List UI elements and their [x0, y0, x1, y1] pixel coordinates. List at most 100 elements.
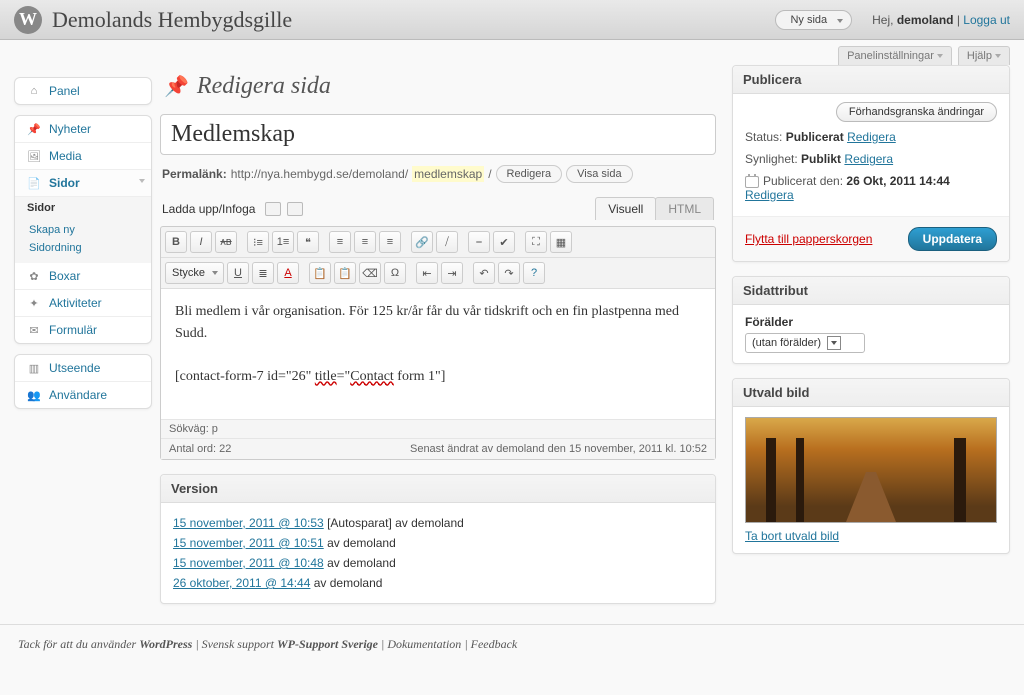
wordpress-logo-icon[interactable]: W — [14, 6, 42, 34]
quote-button[interactable]: ❝ — [297, 231, 319, 253]
unlink-button[interactable]: ⧸ — [436, 231, 458, 253]
sidebar-pages-new[interactable]: Skapa ny — [15, 221, 151, 239]
parent-select[interactable]: (utan förälder) — [745, 333, 865, 353]
logout-link[interactable]: Logga ut — [963, 13, 1010, 27]
sidebar-item-users[interactable]: 👥Användare — [15, 382, 151, 408]
upload-image-icon[interactable] — [265, 202, 281, 216]
align-left-button[interactable]: ≡ — [329, 231, 351, 253]
permalink-edit-button[interactable]: Redigera — [496, 165, 563, 183]
textcolor-button[interactable]: A — [277, 262, 299, 284]
footer-docs-link[interactable]: Dokumentation — [387, 637, 461, 651]
sidebar-item-appearance[interactable]: ▥Utseende — [15, 355, 151, 382]
tab-html[interactable]: HTML — [655, 197, 714, 220]
sidebar-item-forms[interactable]: ✉Formulär — [15, 317, 151, 343]
home-icon: ⌂ — [25, 84, 43, 98]
featured-image-box: Utvald bild Ta bort utvald bild — [732, 378, 1010, 554]
site-title[interactable]: Demolands Hembygdsgille — [52, 7, 775, 33]
underline-button[interactable]: U — [227, 262, 249, 284]
toolbar-row-2: Stycke U ≣ A 📋 📋 ⌫ Ω ⇤ ⇥ ↶ ↷ ? — [161, 258, 715, 289]
sidebar-pages-order[interactable]: Sidordning — [15, 239, 151, 257]
view-page-button[interactable]: Visa sida — [566, 165, 632, 183]
chevron-down-icon — [139, 179, 145, 183]
sidebar-item-activities[interactable]: ✦Aktiviteter — [15, 290, 151, 317]
pin-icon: 📌 — [25, 122, 43, 136]
revision-link[interactable]: 15 november, 2011 @ 10:53 — [173, 516, 324, 530]
format-select[interactable]: Stycke — [165, 262, 224, 284]
gear-icon: ✿ — [25, 269, 43, 283]
revision-link[interactable]: 15 november, 2011 @ 10:51 — [173, 536, 324, 550]
users-icon: 👥 — [25, 388, 43, 402]
help-tab[interactable]: Hjälp — [958, 46, 1010, 65]
media-icon: 🖼 — [25, 149, 43, 163]
revision-link[interactable]: 15 november, 2011 @ 10:48 — [173, 556, 324, 570]
chevron-down-icon — [937, 54, 943, 58]
visibility-edit-link[interactable]: Redigera — [844, 152, 893, 166]
upload-row: Ladda upp/Infoga Visuell HTML — [160, 183, 716, 226]
italic-button[interactable]: I — [190, 231, 212, 253]
trash-link[interactable]: Flytta till papperskorgen — [745, 232, 872, 246]
visibility-row: Synlighet: Publikt Redigera — [745, 148, 997, 170]
charmap-button[interactable]: Ω — [384, 262, 406, 284]
kitchensink-button[interactable]: ▦ — [550, 231, 572, 253]
publish-box: Publicera Förhandsgranska ändringar Stat… — [732, 65, 1010, 262]
permalink-slug[interactable]: medlemskap — [412, 166, 484, 182]
help-button[interactable]: ? — [523, 262, 545, 284]
username-link[interactable]: demoland — [897, 13, 954, 27]
featured-image[interactable] — [745, 417, 997, 523]
attributes-box: Sidattribut Förälder (utan förälder) — [732, 276, 1010, 364]
parent-label: Förälder — [745, 315, 997, 333]
align-justify-button[interactable]: ≣ — [252, 262, 274, 284]
paste-text-button[interactable]: 📋 — [309, 262, 331, 284]
chevron-down-icon — [212, 271, 218, 275]
link-button[interactable]: 🔗 — [411, 231, 433, 253]
sidebar-item-news[interactable]: 📌Nyheter — [15, 116, 151, 143]
published-edit-link[interactable]: Redigera — [745, 188, 794, 202]
revision-link[interactable]: 26 oktober, 2011 @ 14:44 — [173, 576, 310, 590]
remove-featured-link[interactable]: Ta bort utvald bild — [745, 529, 839, 543]
editor-footer: Antal ord: 22 Senast ändrat av demoland … — [161, 438, 715, 459]
undo-button[interactable]: ↶ — [473, 262, 495, 284]
ul-button[interactable]: ⁝≡ — [247, 231, 269, 253]
status-edit-link[interactable]: Redigera — [847, 130, 896, 144]
strike-button[interactable]: ᴀʙ — [215, 231, 237, 253]
upload-label: Ladda upp/Infoga — [162, 202, 255, 216]
sidebar-item-boxes[interactable]: ✿Boxar — [15, 263, 151, 290]
sidebar-item-pages[interactable]: 📄Sidor — [15, 170, 151, 197]
outdent-button[interactable]: ⇤ — [416, 262, 438, 284]
update-button[interactable]: Uppdatera — [908, 227, 997, 251]
howdy-text: Hej, demoland | Logga ut — [872, 13, 1010, 27]
fullscreen-button[interactable]: ⛶ — [525, 231, 547, 253]
upload-media-icon[interactable] — [287, 202, 303, 216]
bold-button[interactable]: B — [165, 231, 187, 253]
footer-feedback-link[interactable]: Feedback — [471, 637, 518, 651]
new-page-button[interactable]: Ny sida — [775, 10, 852, 30]
sidebar-pages-all[interactable]: Sidor — [15, 197, 151, 219]
align-center-button[interactable]: ≡ — [354, 231, 376, 253]
attributes-heading: Sidattribut — [733, 277, 1009, 305]
preview-button[interactable]: Förhandsgranska ändringar — [836, 102, 997, 122]
title-input[interactable] — [160, 114, 716, 155]
indent-button[interactable]: ⇥ — [441, 262, 463, 284]
editor-body[interactable]: Bli medlem i vår organisation. För 125 k… — [161, 289, 715, 419]
more-button[interactable]: ⎯ — [468, 231, 490, 253]
remove-format-button[interactable]: ⌫ — [359, 262, 381, 284]
admin-bar: W Demolands Hembygdsgille Ny sida Hej, d… — [0, 0, 1024, 40]
ol-button[interactable]: 1≡ — [272, 231, 294, 253]
footer-support-link[interactable]: WP-Support Sverige — [277, 637, 378, 651]
chevron-down-icon — [837, 19, 843, 23]
redo-button[interactable]: ↷ — [498, 262, 520, 284]
paste-word-button[interactable]: 📋 — [334, 262, 356, 284]
tab-visual[interactable]: Visuell — [595, 197, 656, 220]
revision-item: 15 november, 2011 @ 10:48 av demoland — [173, 553, 703, 573]
screen-options-tab[interactable]: Panelinställningar — [838, 46, 952, 65]
sidebar-item-media[interactable]: 🖼Media — [15, 143, 151, 170]
form-icon: ✉ — [25, 323, 43, 337]
published-row: Publicerat den: 26 Okt, 2011 14:44 Redig… — [745, 170, 997, 206]
spellcheck-button[interactable]: ✔ — [493, 231, 515, 253]
chevron-down-icon — [995, 54, 1001, 58]
calendar-icon — [745, 176, 759, 188]
sidebar-item-panel[interactable]: ⌂Panel — [15, 78, 151, 104]
align-right-button[interactable]: ≡ — [379, 231, 401, 253]
admin-sidebar: ⌂Panel 📌Nyheter 🖼Media 📄Sidor Sidor Skap… — [0, 65, 160, 624]
footer-wordpress-link[interactable]: WordPress — [139, 637, 192, 651]
